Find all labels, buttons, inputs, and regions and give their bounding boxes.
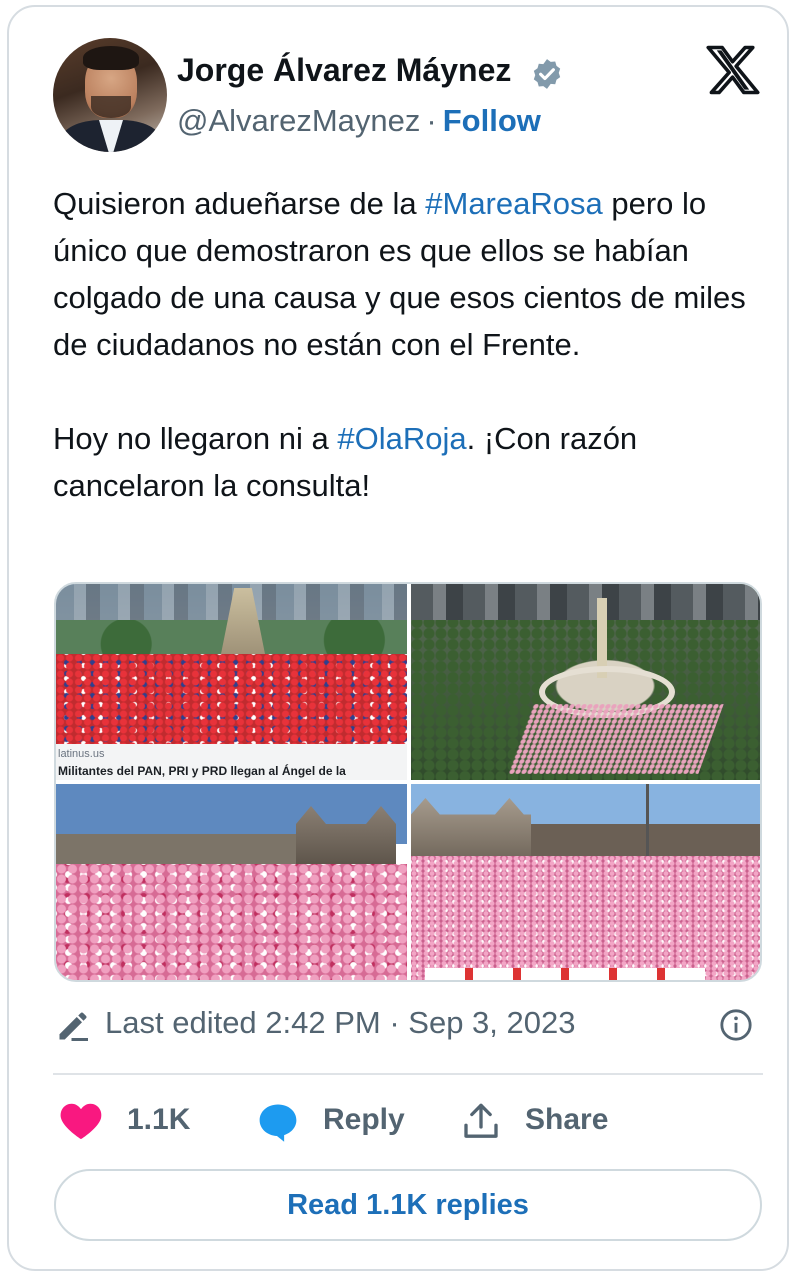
edited-timestamp-row: Last edited 2:42 PM · Sep 3, 2023 <box>55 1002 761 1048</box>
photo-3[interactable] <box>56 784 407 980</box>
info-icon[interactable] <box>719 1008 753 1042</box>
author-name[interactable]: Jorge Álvarez Máynez <box>177 52 511 89</box>
photo-1-site: latinus.us <box>58 748 105 760</box>
pencil-icon <box>59 1012 88 1041</box>
divider <box>53 1073 763 1075</box>
like-count: 1.1K <box>127 1103 191 1136</box>
tweet-paragraph-1: Quisieron adueñarse de la #MareaRosa per… <box>53 186 746 362</box>
photo-2[interactable] <box>411 584 760 780</box>
share-button[interactable]: Share <box>459 1095 629 1145</box>
photo-1[interactable]: latinus.us Militantes del PAN, PRI y PRD… <box>56 584 407 780</box>
author-handle-row: @AlvarezMaynez · Follow <box>177 103 541 139</box>
author-avatar[interactable] <box>53 38 167 152</box>
separator-dot: · <box>426 103 437 138</box>
reply-label: Reply <box>323 1103 405 1136</box>
reply-button[interactable]: Reply <box>253 1095 423 1145</box>
like-button[interactable]: 1.1K <box>55 1095 215 1145</box>
author-handle[interactable]: @AlvarezMaynez <box>177 103 420 138</box>
x-logo-icon[interactable] <box>706 45 760 95</box>
tweet-text: Quisieron adueñarse de la #MareaRosa per… <box>53 180 753 509</box>
share-upload-icon <box>464 1103 498 1138</box>
verified-badge-icon <box>533 59 561 89</box>
action-bar: 1.1K Reply Share <box>55 1095 761 1145</box>
speech-bubble-icon <box>259 1104 297 1142</box>
edited-timestamp[interactable]: Last edited 2:42 PM · Sep 3, 2023 <box>105 1005 575 1041</box>
media-grid: latinus.us Militantes del PAN, PRI y PRD… <box>54 582 762 982</box>
hashtag-olaroja[interactable]: #OlaRoja <box>337 421 466 456</box>
photo-1-headline: Militantes del PAN, PRI y PRD llegan al … <box>58 764 346 778</box>
tweet-paragraph-2: Hoy no llegaron ni a #OlaRoja. ¡Con razó… <box>53 421 638 503</box>
heart-icon <box>60 1103 102 1140</box>
tweet-card: Jorge Álvarez Máynez @AlvarezMaynez · Foll… <box>7 5 789 1271</box>
read-replies-button[interactable]: Read 1.1K replies <box>54 1169 762 1241</box>
share-label: Share <box>525 1103 609 1136</box>
follow-button[interactable]: Follow <box>443 103 541 138</box>
hashtag-marearosa[interactable]: #MareaRosa <box>425 186 602 221</box>
photo-4[interactable] <box>411 784 760 980</box>
